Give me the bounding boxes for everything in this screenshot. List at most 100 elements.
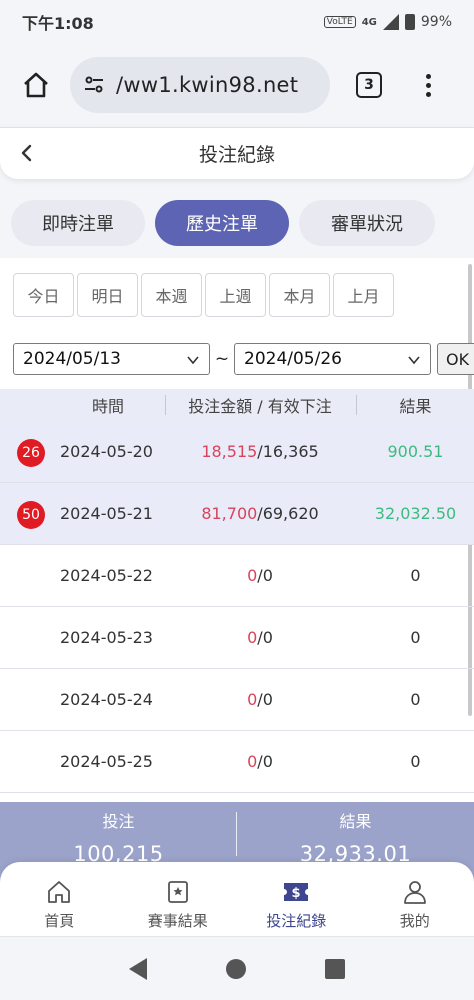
- table-row[interactable]: 26 2024-05-20 18,515/16,365 900.51: [0, 421, 474, 483]
- row-bet: 0/0: [166, 690, 354, 709]
- status-indicators: VoLTE 4G 99%: [323, 14, 452, 30]
- browser-home-button[interactable]: [16, 65, 56, 105]
- svg-text:$: $: [292, 886, 301, 901]
- page-header: 投注紀錄: [0, 127, 474, 179]
- summary-result-label: 結果: [339, 812, 372, 831]
- summary-result: 結果 32,933.01: [237, 802, 474, 866]
- menu-dot: [426, 82, 431, 88]
- column-header-bet: 投注金額 / 有效下注: [188, 397, 332, 416]
- battery-icon: [404, 14, 415, 30]
- status-time: 下午1:08: [22, 14, 94, 33]
- bet-count-badge: 26: [17, 439, 45, 467]
- row-date: 2024-05-23: [60, 628, 153, 647]
- tab-switcher-button[interactable]: 3: [356, 72, 382, 98]
- nav-profile-label: 我的: [399, 911, 430, 930]
- filter-last-month-button[interactable]: 上月: [333, 273, 394, 317]
- column-header-time: 時間: [91, 397, 124, 416]
- start-date-select[interactable]: 2024/05/13: [13, 343, 210, 375]
- status-bar: 下午1:08 VoLTE 4G 99%: [0, 0, 474, 44]
- table-row[interactable]: 2024-05-24 0/0 0: [0, 669, 474, 731]
- nav-profile[interactable]: 我的: [356, 862, 474, 936]
- date-range-row: 2024/05/13 ~ 2024/05/26 OK: [13, 343, 474, 375]
- row-date: 2024-05-24: [60, 690, 153, 709]
- bet-amount: 0: [247, 690, 258, 709]
- filter-last-week-button[interactable]: 上週: [205, 273, 266, 317]
- nav-home[interactable]: 首頁: [0, 862, 119, 936]
- volte-icon: VoLTE: [323, 16, 356, 28]
- chevron-down-icon: [408, 356, 420, 365]
- dollar-ticket-icon: $: [284, 882, 309, 901]
- filter-today-button[interactable]: 今日: [13, 273, 74, 317]
- bottom-nav: 首頁 賽事結果 $ 投注紀錄 我的: [0, 862, 474, 936]
- column-header-result: 結果: [399, 397, 432, 416]
- filter-this-month-button[interactable]: 本月: [269, 273, 330, 317]
- system-home-icon[interactable]: [225, 958, 246, 979]
- table-row[interactable]: 50 2024-05-21 81,700/69,620 32,032.50: [0, 483, 474, 545]
- site-settings-icon[interactable]: [82, 73, 106, 97]
- network-label: 4G: [361, 16, 377, 28]
- user-icon: [403, 880, 426, 904]
- chevron-left-icon: [21, 144, 32, 162]
- row-date: 2024-05-21: [60, 504, 153, 523]
- row-bet: 81,700/69,620: [166, 504, 354, 523]
- chevron-down-icon: [187, 356, 199, 365]
- table-row[interactable]: 2024-05-22 0/0 0: [0, 545, 474, 607]
- row-date: 2024-05-22: [60, 566, 153, 585]
- home-icon: [48, 880, 71, 903]
- table-body: 26 2024-05-20 18,515/16,365 900.51 50 20…: [0, 421, 474, 793]
- battery-percent: 99%: [420, 14, 452, 30]
- back-button[interactable]: [14, 140, 40, 166]
- filter-tomorrow-button[interactable]: 明日: [77, 273, 138, 317]
- summary-bet: 投注 100,215: [0, 802, 237, 866]
- row-date: 2024-05-20: [60, 442, 153, 461]
- valid-bet: /0: [257, 566, 273, 585]
- nav-match-results[interactable]: 賽事結果: [119, 862, 238, 936]
- system-recents-icon[interactable]: [324, 958, 345, 979]
- bet-amount: 18,515: [201, 442, 258, 461]
- system-back-icon[interactable]: [129, 957, 148, 980]
- tab-live-bets[interactable]: 即時注單: [11, 200, 145, 246]
- nav-home-label: 首頁: [44, 911, 75, 930]
- bet-amount: 81,700: [201, 504, 258, 523]
- row-result: 900.51: [387, 442, 444, 461]
- browser-toolbar: /ww1.kwin98.net 3: [0, 44, 474, 126]
- nav-match-results-label: 賽事結果: [147, 911, 208, 930]
- nav-bet-records-label: 投注紀錄: [266, 911, 327, 930]
- address-bar[interactable]: /ww1.kwin98.net: [70, 57, 330, 113]
- signal-icon: [382, 14, 399, 30]
- row-result: 0: [410, 628, 421, 647]
- ok-button[interactable]: OK: [437, 343, 474, 375]
- row-bet: 0/0: [166, 628, 354, 647]
- row-result: 0: [410, 690, 421, 709]
- row-bet: 0/0: [166, 752, 354, 771]
- browser-menu-button[interactable]: [426, 73, 431, 97]
- menu-dot: [426, 73, 431, 79]
- home-icon: [24, 72, 48, 98]
- date-separator: ~: [214, 349, 230, 369]
- valid-bet: /0: [257, 690, 273, 709]
- end-date-select[interactable]: 2024/05/26: [234, 343, 431, 375]
- star-book-icon: [167, 880, 188, 903]
- menu-dot: [426, 91, 431, 97]
- start-date-value: 2024/05/13: [23, 349, 121, 369]
- bet-amount: 0: [247, 752, 258, 771]
- page-title: 投注紀錄: [198, 144, 275, 166]
- valid-bet: /0: [257, 752, 273, 771]
- nav-bet-records[interactable]: $ 投注紀錄: [237, 862, 356, 936]
- history-panel: 今日 明日 本週 上週 本月 上月 2024/05/13 ~ 2024/05/2…: [0, 258, 474, 803]
- filter-this-week-button[interactable]: 本週: [141, 273, 202, 317]
- row-bet: 18,515/16,365: [166, 442, 354, 461]
- valid-bet: /69,620: [257, 504, 319, 523]
- tab-history-bets[interactable]: 歷史注單: [155, 200, 289, 246]
- valid-bet: /0: [257, 628, 273, 647]
- row-result: 32,032.50: [374, 504, 457, 523]
- table-row[interactable]: 2024-05-25 0/0 0: [0, 731, 474, 793]
- quick-filter-row: 今日 明日 本週 上週 本月 上月: [13, 273, 394, 317]
- row-bet: 0/0: [166, 566, 354, 585]
- row-date: 2024-05-25: [60, 752, 153, 771]
- bet-amount: 0: [247, 566, 258, 585]
- bet-count-badge: 50: [17, 501, 45, 529]
- table-row[interactable]: 2024-05-23 0/0 0: [0, 607, 474, 669]
- tab-review-status[interactable]: 審單狀況: [299, 200, 435, 246]
- end-date-value: 2024/05/26: [244, 349, 342, 369]
